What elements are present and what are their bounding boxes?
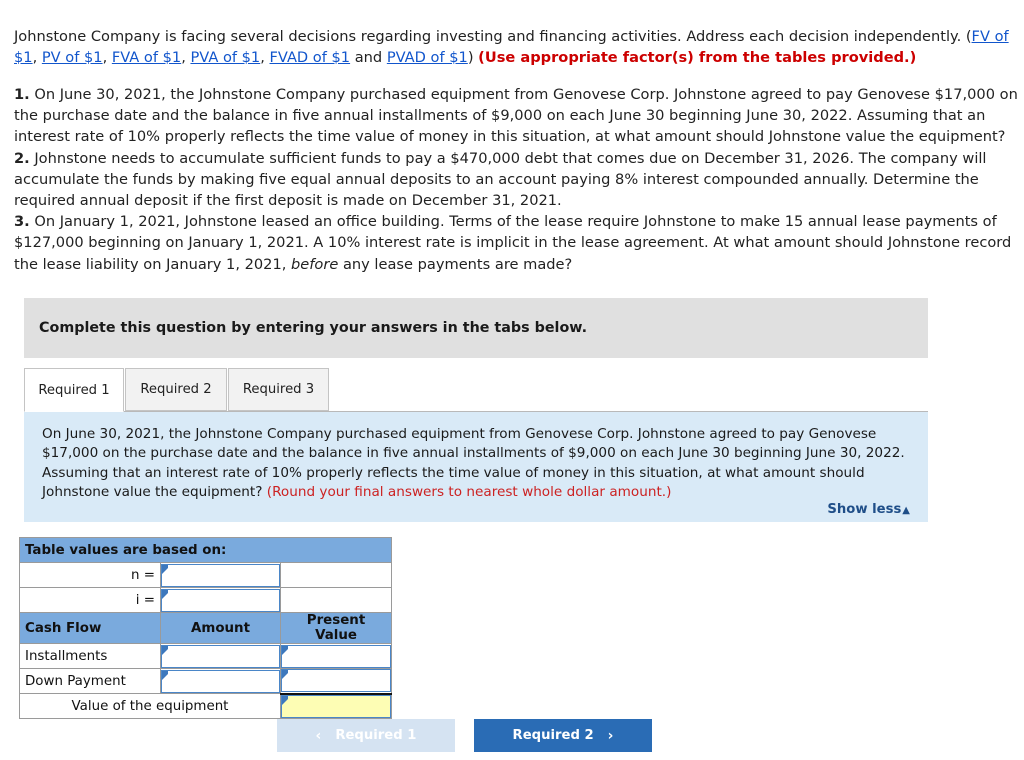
questions-block: 1. On June 30, 2021, the Johnstone Compa… [14,84,1018,275]
cell-flag-icon [162,564,168,574]
answer-table: Table values are based on: n = i = Cash … [19,537,392,719]
question-1-number: 1. [14,86,30,103]
table-row-title: Table values are based on: [19,537,392,563]
tab-strip: Required 1 Required 2 Required 3 [24,368,928,412]
tab-required-2[interactable]: Required 2 [125,368,227,411]
intro-sep-3: , [260,49,270,66]
next-button-label: Required 2 [512,728,594,743]
chevron-right-icon: › [607,727,614,744]
next-required-2-button[interactable]: Required 2 › [474,719,652,752]
table-row-total: Value of the equipment [19,692,392,719]
show-less-label: Show less [827,502,902,517]
n-label: n = [19,562,161,588]
question-3-emphasis: before [291,255,339,273]
use-factors-note: (Use appropriate factor(s) from the tabl… [478,49,917,66]
n-input-cell[interactable] [160,562,281,588]
navigation-buttons: ‹ Required 1 Required 2 › [277,719,677,753]
table-values-based-on-header: Table values are based on: [19,537,392,563]
question-2: 2. Johnstone needs to accumulate suffici… [14,148,1018,212]
question-2-number: 2. [14,149,30,167]
tab-required-3[interactable]: Required 3 [228,368,329,411]
link-pva-of-1[interactable]: PVA of $1 [190,49,260,66]
cell-flag-icon [162,645,168,655]
cell-flag-icon [282,645,288,655]
prev-button-label: Required 1 [335,728,417,743]
table-row: Down Payment [19,668,392,694]
question-1-text: On June 30, 2021, the Johnstone Company … [14,86,1018,146]
cell-flag-icon [282,695,288,705]
intro-and-word: and [350,49,387,66]
column-header-present-value: Present Value [280,612,392,644]
table-row-i: i = [19,587,392,613]
show-less-toggle[interactable]: Show less▲ [827,502,910,517]
intro-lead-text: Johnstone Company is facing several deci… [14,28,972,45]
question-3-text-b: any lease payments are made? [338,255,573,273]
total-label-value-of-equipment: Value of the equipment [19,693,281,719]
instruction-banner-text: Complete this question by entering your … [39,320,588,336]
link-pv-of-1[interactable]: PV of $1 [42,49,103,66]
cell-flag-icon [162,670,168,680]
tab-required-1-label: Required 1 [38,382,110,398]
table-row-n: n = [19,562,392,588]
cell-flag-icon [282,670,288,680]
question-info-panel-text: On June 30, 2021, the Johnstone Company … [42,425,910,503]
installments-pv-box[interactable] [281,644,391,668]
info-panel-round-note: (Round your final answers to nearest who… [266,484,672,501]
chevron-left-icon: ‹ [315,727,322,744]
down-payment-pv-cell[interactable] [280,668,392,694]
column-header-cash-flow: Cash Flow [19,612,161,644]
link-pvad-of-1[interactable]: PVAD of $1 [387,49,468,66]
n-row-spacer-cell [280,562,392,588]
down-payment-pv-box[interactable] [281,669,391,693]
tab-required-2-label: Required 2 [140,382,212,397]
intro-close-paren: ) [467,49,479,66]
intro-paragraph: Johnstone Company is facing several deci… [14,26,1014,68]
cell-flag-icon [162,589,168,599]
table-row: Installments [19,643,392,669]
installments-pv-cell[interactable] [280,643,392,669]
tab-required-1[interactable]: Required 1 [24,368,124,412]
installments-amount-cell[interactable] [160,643,281,669]
link-fvad-of-1[interactable]: FVAD of $1 [270,49,351,66]
question-info-panel: On June 30, 2021, the Johnstone Company … [24,412,928,522]
n-input-box[interactable] [161,563,280,587]
instruction-banner: Complete this question by entering your … [24,298,928,358]
total-value-box[interactable] [281,694,391,718]
down-payment-amount-cell[interactable] [160,668,281,694]
column-header-amount: Amount [160,612,281,644]
i-label: i = [19,587,161,613]
question-3: 3. On January 1, 2021, Johnstone leased … [14,211,1018,275]
table-row-column-headers: Cash Flow Amount Present Value [19,612,392,644]
caret-up-icon: ▲ [902,505,910,516]
i-input-cell[interactable] [160,587,281,613]
installments-amount-box[interactable] [161,644,280,668]
i-input-box[interactable] [161,588,280,612]
row-label-down-payment: Down Payment [19,668,161,694]
link-fva-of-1[interactable]: FVA of $1 [112,49,181,66]
tab-required-3-label: Required 3 [242,382,315,397]
i-row-spacer-cell [280,587,392,613]
row-label-installments: Installments [19,643,161,669]
question-2-text: Johnstone needs to accumulate sufficient… [14,149,987,210]
intro-sep-0: , [32,49,42,66]
question-1: 1. On June 30, 2021, the Johnstone Compa… [14,84,1018,148]
prev-required-1-button[interactable]: ‹ Required 1 [277,719,455,752]
question-3-number: 3. [14,213,30,231]
intro-sep-1: , [102,49,112,66]
page-root: Johnstone Company is facing several deci… [0,0,1024,760]
down-payment-amount-box[interactable] [161,669,280,693]
total-value-cell[interactable] [280,692,392,719]
